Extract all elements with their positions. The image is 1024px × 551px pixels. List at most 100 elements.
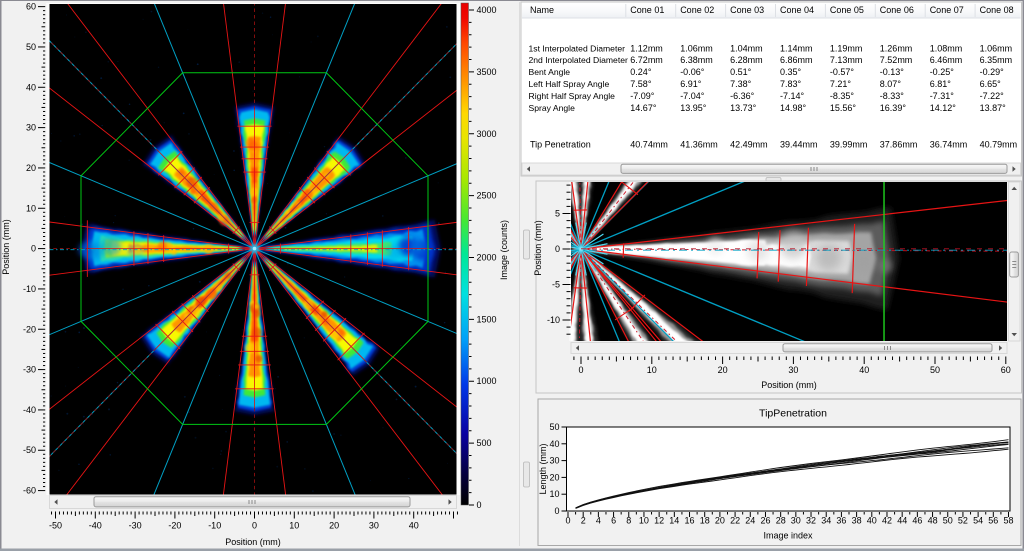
svg-text:Position (mm): Position (mm) — [1, 219, 11, 275]
svg-text:60: 60 — [26, 2, 36, 12]
svg-text:36: 36 — [836, 516, 846, 526]
svg-text:38: 38 — [852, 516, 862, 526]
svg-text:0.35°: 0.35° — [780, 67, 802, 77]
svg-text:30: 30 — [549, 456, 559, 466]
svg-text:-10: -10 — [547, 315, 560, 325]
svg-text:20: 20 — [718, 365, 728, 375]
svg-text:-0.13°: -0.13° — [880, 67, 905, 77]
svg-text:36.74mm: 36.74mm — [930, 139, 968, 149]
svg-text:-6.36°: -6.36° — [730, 91, 755, 101]
svg-text:50: 50 — [930, 365, 940, 375]
svg-text:1.06mm: 1.06mm — [980, 43, 1013, 53]
svg-text:2500: 2500 — [477, 191, 497, 201]
svg-text:10: 10 — [549, 489, 559, 499]
svg-text:37.86mm: 37.86mm — [880, 139, 918, 149]
svg-text:6.91°: 6.91° — [680, 79, 702, 89]
svg-text:50: 50 — [943, 516, 953, 526]
svg-text:34: 34 — [821, 516, 831, 526]
svg-text:13.73°: 13.73° — [730, 103, 757, 113]
svg-text:7.13mm: 7.13mm — [830, 55, 863, 65]
svg-text:1.14mm: 1.14mm — [780, 43, 813, 53]
svg-text:0: 0 — [31, 244, 36, 254]
svg-text:30: 30 — [369, 521, 379, 531]
svg-text:10: 10 — [647, 365, 657, 375]
svg-text:8: 8 — [626, 516, 631, 526]
svg-text:Position (mm): Position (mm) — [225, 537, 281, 547]
svg-text:30: 30 — [788, 365, 798, 375]
svg-text:3000: 3000 — [477, 129, 497, 139]
svg-text:46: 46 — [912, 516, 922, 526]
svg-text:-8.33°: -8.33° — [880, 91, 905, 101]
svg-text:0: 0 — [565, 516, 570, 526]
svg-text:20: 20 — [329, 521, 339, 531]
svg-text:0: 0 — [554, 506, 559, 516]
svg-text:0: 0 — [252, 521, 257, 531]
svg-text:10: 10 — [639, 516, 649, 526]
svg-text:Bent Angle: Bent Angle — [529, 67, 571, 77]
svg-text:Cone 02: Cone 02 — [680, 5, 714, 15]
svg-text:2nd Interpolated Diameter: 2nd Interpolated Diameter — [529, 55, 629, 65]
svg-text:41.36mm: 41.36mm — [680, 139, 718, 149]
svg-text:-0.57°: -0.57° — [830, 67, 855, 77]
svg-text:500: 500 — [477, 438, 492, 448]
svg-text:-20: -20 — [168, 521, 181, 531]
svg-text:Length (mm): Length (mm) — [538, 443, 548, 494]
svg-text:1.26mm: 1.26mm — [880, 43, 913, 53]
svg-text:-30: -30 — [129, 521, 142, 531]
svg-text:14.98°: 14.98° — [780, 103, 807, 113]
svg-text:1000: 1000 — [477, 376, 497, 386]
svg-text:42: 42 — [882, 516, 892, 526]
svg-text:-7.31°: -7.31° — [930, 91, 955, 101]
svg-text:7.52mm: 7.52mm — [880, 55, 913, 65]
svg-text:2: 2 — [581, 516, 586, 526]
svg-text:20: 20 — [26, 163, 36, 173]
svg-text:58: 58 — [1003, 516, 1013, 526]
svg-text:1.08mm: 1.08mm — [930, 43, 963, 53]
svg-text:6.35mm: 6.35mm — [980, 55, 1013, 65]
svg-text:16.39°: 16.39° — [880, 103, 907, 113]
svg-text:0.24°: 0.24° — [630, 67, 652, 77]
svg-text:4: 4 — [596, 516, 601, 526]
svg-text:6.81°: 6.81° — [930, 79, 952, 89]
svg-text:7.21°: 7.21° — [830, 79, 852, 89]
svg-text:Cone 03: Cone 03 — [730, 5, 764, 15]
svg-text:40: 40 — [549, 439, 559, 449]
svg-text:Cone 04: Cone 04 — [780, 5, 814, 15]
svg-text:-7.04°: -7.04° — [680, 91, 705, 101]
svg-text:30: 30 — [791, 516, 801, 526]
svg-text:-20: -20 — [23, 324, 36, 334]
svg-text:2000: 2000 — [477, 253, 497, 263]
svg-text:1.04mm: 1.04mm — [730, 43, 763, 53]
svg-text:60: 60 — [1001, 365, 1011, 375]
svg-text:40: 40 — [26, 82, 36, 92]
svg-text:6.46mm: 6.46mm — [930, 55, 963, 65]
svg-text:50: 50 — [26, 42, 36, 52]
svg-text:40.79mm: 40.79mm — [980, 139, 1018, 149]
svg-text:-30: -30 — [23, 365, 36, 375]
svg-text:Name: Name — [530, 5, 554, 15]
svg-text:Cone 08: Cone 08 — [980, 5, 1014, 15]
svg-text:Image (counts): Image (counts) — [499, 220, 509, 280]
svg-text:Cone 01: Cone 01 — [630, 5, 664, 15]
svg-text:1500: 1500 — [477, 314, 497, 324]
svg-text:10: 10 — [289, 521, 299, 531]
svg-text:Position (mm): Position (mm) — [761, 380, 817, 390]
svg-text:24: 24 — [745, 516, 755, 526]
svg-text:20: 20 — [715, 516, 725, 526]
svg-text:-8.35°: -8.35° — [830, 91, 855, 101]
svg-text:30: 30 — [26, 123, 36, 133]
svg-text:-5: -5 — [552, 280, 560, 290]
svg-text:6: 6 — [611, 516, 616, 526]
svg-text:40: 40 — [867, 516, 877, 526]
svg-text:6.38mm: 6.38mm — [680, 55, 713, 65]
svg-text:Right Half Spray Angle: Right Half Spray Angle — [529, 91, 616, 101]
svg-text:-40: -40 — [23, 405, 36, 415]
svg-text:-7.14°: -7.14° — [780, 91, 805, 101]
svg-text:14: 14 — [669, 516, 679, 526]
svg-text:44: 44 — [897, 516, 907, 526]
svg-text:6.65°: 6.65° — [980, 79, 1002, 89]
svg-text:Position (mm): Position (mm) — [533, 220, 543, 276]
svg-text:54: 54 — [973, 516, 983, 526]
svg-text:Spray Angle: Spray Angle — [529, 103, 576, 113]
svg-text:6.86mm: 6.86mm — [780, 55, 813, 65]
